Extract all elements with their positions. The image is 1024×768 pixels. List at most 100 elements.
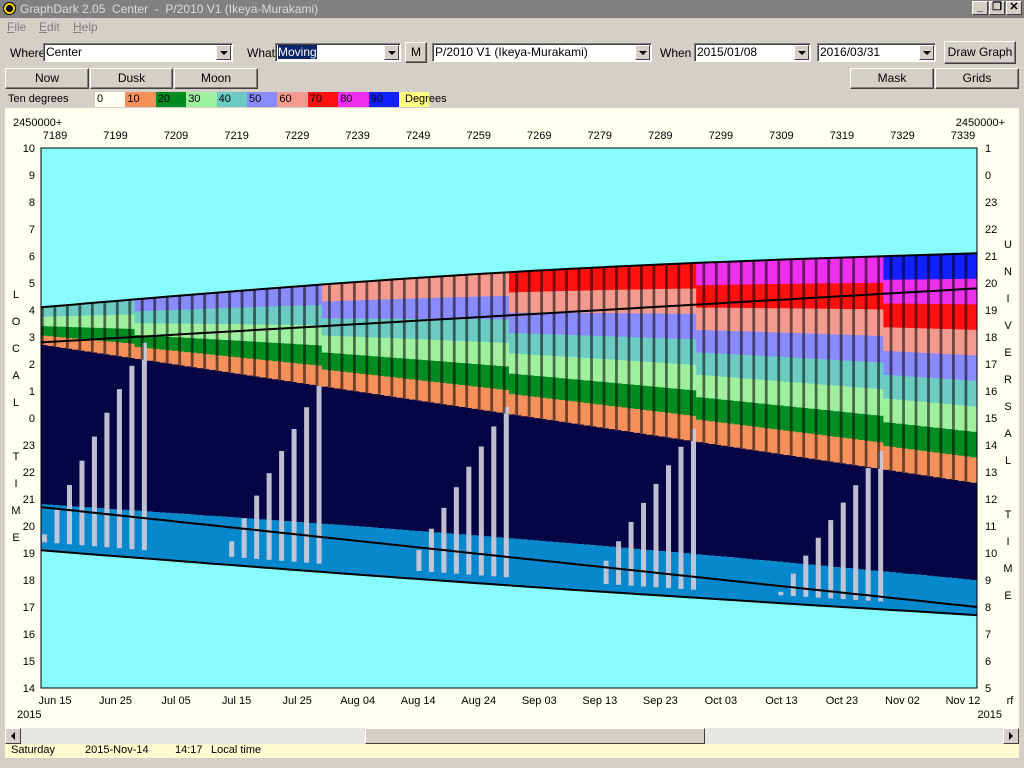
grids-button[interactable]: Grids [935, 68, 1019, 89]
altitude-band [945, 279, 953, 305]
night-region [340, 389, 348, 526]
night-region [683, 440, 691, 554]
altitude-band [346, 354, 354, 373]
bottom-tick-label: Jun 15 [38, 695, 71, 707]
night-region [577, 424, 585, 545]
m-button[interactable]: M [405, 42, 427, 63]
bottom-tick-label: Aug 14 [401, 695, 436, 707]
altitude-band [845, 257, 853, 284]
twilight-region [739, 558, 747, 601]
altitude-band [658, 387, 666, 413]
start-date-combo[interactable]: 2015/01/08 [694, 43, 811, 62]
altitude-band [733, 401, 741, 425]
what-combo[interactable]: Moving [275, 43, 401, 62]
altitude-band [533, 354, 541, 377]
night-region [927, 476, 934, 576]
altitude-band [583, 357, 591, 381]
mask-button[interactable]: Mask [850, 68, 934, 89]
minimize-button[interactable]: _ [972, 1, 988, 15]
altitude-band [109, 328, 117, 343]
altitude-band [159, 349, 167, 364]
altitude-band [933, 328, 941, 354]
menu-edit[interactable]: Edit [39, 20, 60, 34]
altitude-band [509, 353, 516, 375]
restore-button[interactable]: ❐ [989, 1, 1005, 15]
right-tick-label: 5 [985, 683, 991, 695]
altitude-band [359, 318, 366, 338]
hatch-stripe [190, 294, 194, 368]
altitude-band [134, 311, 142, 324]
night-region [845, 464, 853, 569]
altitude-band [646, 289, 654, 314]
altitude-band [671, 413, 678, 439]
chevron-down-icon[interactable] [794, 45, 809, 60]
altitude-band [296, 344, 304, 365]
now-button[interactable]: Now [5, 68, 89, 89]
left-tick-label: 1 [29, 386, 35, 398]
bottom-tick-label: Oct 13 [765, 695, 797, 707]
left-tick-label: 10 [23, 143, 35, 155]
hatch-stripe [714, 261, 718, 445]
moon-bar [416, 549, 422, 571]
chevron-down-icon[interactable] [635, 45, 650, 60]
twilight-region [421, 531, 429, 580]
night-region [889, 470, 897, 573]
legend-swatch: 70 [307, 92, 339, 107]
altitude-band [920, 254, 928, 280]
altitude-band [421, 277, 429, 299]
altitude-band [596, 358, 604, 383]
chevron-down-icon[interactable] [216, 45, 231, 60]
moon-button[interactable]: Moon [174, 68, 258, 89]
altitude-band [908, 449, 916, 475]
altitude-band [334, 353, 342, 372]
top-tick-label: 7219 [224, 130, 248, 142]
altitude-band [808, 258, 816, 285]
scroll-right-button[interactable] [1003, 728, 1019, 744]
altitude-band [796, 283, 803, 309]
dusk-button[interactable]: Dusk [90, 68, 173, 89]
night-region [459, 407, 466, 535]
hatch-stripe [689, 263, 693, 442]
night-region [409, 399, 416, 531]
altitude-band [296, 286, 304, 307]
night-region [771, 453, 778, 562]
left-axis-letter: O [12, 316, 21, 328]
moon-bar [865, 468, 871, 601]
altitude-band [284, 287, 292, 307]
scroll-left-button[interactable] [5, 728, 21, 744]
legend-swatch-label: 0 [97, 93, 104, 105]
close-button[interactable]: ✕ [1006, 1, 1022, 15]
altitude-band [746, 331, 753, 356]
night-region [970, 482, 978, 580]
menu-file[interactable]: File [7, 20, 26, 34]
altitude-band [970, 329, 978, 356]
top-tick-label: 7239 [345, 130, 369, 142]
where-combo[interactable]: Center [43, 43, 233, 62]
top-tick-label: 7279 [588, 130, 612, 142]
altitude-band [396, 298, 404, 320]
end-date-combo[interactable]: 2016/03/31 [817, 43, 936, 62]
horizontal-scrollbar[interactable] [5, 728, 1019, 744]
menu-help[interactable]: Help [73, 20, 98, 34]
left-axis-letter: M [11, 505, 20, 517]
altitude-band [396, 358, 404, 379]
night-region [945, 479, 953, 578]
right-tick-label: 11 [985, 521, 996, 533]
twilight-region [215, 516, 223, 564]
scroll-thumb[interactable] [365, 728, 705, 744]
altitude-band [895, 327, 903, 353]
chevron-down-icon[interactable] [384, 45, 399, 60]
altitude-band [771, 380, 778, 406]
altitude-band [47, 326, 54, 337]
night-region [895, 471, 903, 573]
altitude-band [434, 382, 441, 404]
night-region [964, 481, 972, 580]
altitude-band [409, 379, 416, 401]
object-combo[interactable]: P/2010 V1 (Ikeya-Murakami) [432, 43, 652, 62]
draw-graph-button[interactable]: Draw Graph [944, 41, 1016, 64]
right-axis-letter: T [1005, 509, 1012, 521]
moon-bar [453, 487, 459, 574]
chevron-down-icon[interactable] [919, 45, 934, 60]
altitude-band [908, 352, 916, 378]
altitude-band [933, 353, 941, 379]
